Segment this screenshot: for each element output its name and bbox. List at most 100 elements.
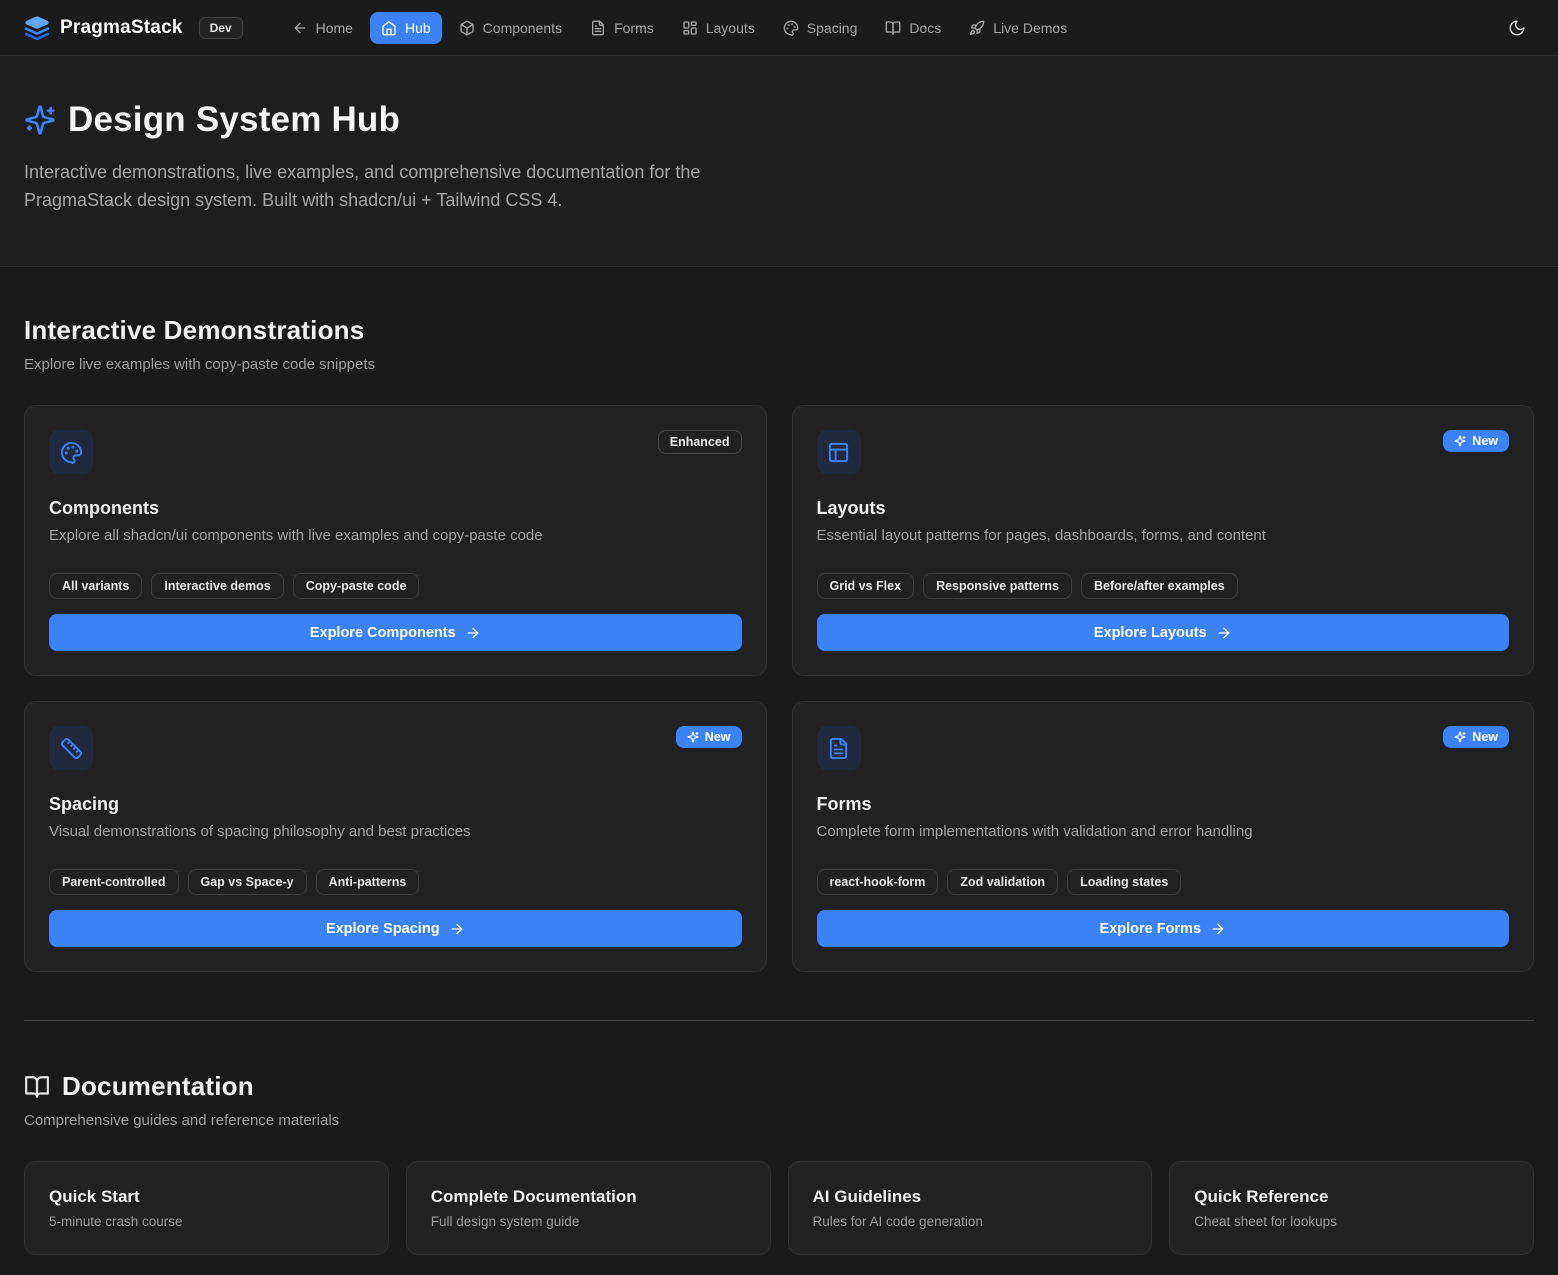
nav-label: Components: [483, 20, 562, 36]
demos-section-title: Interactive Demonstrations: [24, 315, 1534, 346]
nav-label: Hub: [405, 20, 431, 36]
nav-label: Docs: [909, 20, 941, 36]
tag: Responsive patterns: [923, 573, 1072, 599]
box-icon: [459, 20, 475, 36]
hero-section: Design System Hub Interactive demonstrat…: [0, 56, 1558, 267]
arrow-right-icon: [449, 921, 465, 937]
nav-item-components[interactable]: Components: [448, 12, 573, 44]
tag: Gap vs Space-y: [188, 869, 307, 895]
tag: Anti-patterns: [316, 869, 420, 895]
new-badge: New: [1443, 726, 1509, 748]
tag-row: All variants Interactive demos Copy-past…: [49, 573, 742, 599]
main-content: Interactive Demonstrations Explore live …: [0, 267, 1558, 1275]
tag: react-hook-form: [817, 869, 939, 895]
demo-card-components[interactable]: Enhanced Components Explore all shadcn/u…: [24, 405, 767, 676]
nav-item-docs[interactable]: Docs: [874, 12, 952, 44]
ruler-icon: [49, 726, 93, 770]
demo-card-layouts[interactable]: New Layouts Essential layout patterns fo…: [792, 405, 1535, 676]
badge-label: New: [1472, 434, 1498, 448]
demos-section-subtitle: Explore live examples with copy-paste co…: [24, 356, 1534, 373]
main-nav: Home Hub Components Forms Layouts: [281, 12, 1079, 44]
doc-card-title: AI Guidelines: [813, 1187, 1128, 1207]
nav-label: Home: [316, 20, 353, 36]
tag: Grid vs Flex: [817, 573, 915, 599]
brand[interactable]: PragmaStack Dev: [24, 15, 243, 41]
demo-card-forms[interactable]: New Forms Complete form implementations …: [792, 701, 1535, 972]
file-text-icon: [817, 726, 861, 770]
card-title: Spacing: [49, 794, 742, 815]
demo-card-grid: Enhanced Components Explore all shadcn/u…: [24, 405, 1534, 972]
card-description: Essential layout patterns for pages, das…: [817, 527, 1510, 544]
nav-label: Forms: [614, 20, 654, 36]
nav-item-home[interactable]: Home: [281, 12, 364, 44]
button-label: Explore Layouts: [1094, 625, 1207, 641]
book-open-icon: [885, 20, 901, 36]
explore-forms-button[interactable]: Explore Forms: [817, 910, 1510, 947]
tag: Parent-controlled: [49, 869, 179, 895]
card-description: Explore all shadcn/ui components with li…: [49, 527, 742, 544]
badge-label: New: [705, 730, 731, 744]
new-badge: New: [676, 726, 742, 748]
dev-badge: Dev: [199, 17, 243, 39]
sparkles-icon: [1454, 435, 1466, 447]
tag: Copy-paste code: [293, 573, 420, 599]
page-title: Design System Hub: [68, 100, 400, 140]
doc-card-title: Quick Start: [49, 1187, 364, 1207]
card-title: Layouts: [817, 498, 1510, 519]
moon-icon: [1508, 19, 1526, 37]
badge-label: New: [1472, 730, 1498, 744]
palette-icon: [783, 20, 799, 36]
tag-row: react-hook-form Zod validation Loading s…: [817, 869, 1510, 895]
documentation-section: Documentation Comprehensive guides and r…: [24, 1071, 1534, 1255]
sparkles-icon: [24, 104, 56, 136]
brand-name: PragmaStack: [60, 17, 183, 39]
tag-row: Parent-controlled Gap vs Space-y Anti-pa…: [49, 869, 742, 895]
sparkles-icon: [1454, 731, 1466, 743]
doc-card-complete-documentation[interactable]: Complete Documentation Full design syste…: [406, 1161, 771, 1255]
nav-item-live-demos[interactable]: Live Demos: [958, 12, 1078, 44]
card-description: Complete form implementations with valid…: [817, 823, 1510, 840]
doc-card-ai-guidelines[interactable]: AI Guidelines Rules for AI code generati…: [788, 1161, 1153, 1255]
doc-card-quick-start[interactable]: Quick Start 5-minute crash course: [24, 1161, 389, 1255]
arrow-right-icon: [465, 625, 481, 641]
explore-spacing-button[interactable]: Explore Spacing: [49, 910, 742, 947]
explore-components-button[interactable]: Explore Components: [49, 614, 742, 651]
arrow-right-icon: [1210, 921, 1226, 937]
layers-logo-icon: [24, 15, 50, 41]
page-subtitle: Interactive demonstrations, live example…: [24, 158, 759, 214]
nav-item-hub[interactable]: Hub: [370, 12, 442, 44]
card-title: Forms: [817, 794, 1510, 815]
section-divider: [24, 1020, 1534, 1021]
nav-item-layouts[interactable]: Layouts: [671, 12, 766, 44]
demo-card-spacing[interactable]: New Spacing Visual demonstrations of spa…: [24, 701, 767, 972]
card-title: Components: [49, 498, 742, 519]
doc-card-subtitle: Cheat sheet for lookups: [1194, 1214, 1509, 1229]
tag: All variants: [49, 573, 142, 599]
palette-icon: [49, 430, 93, 474]
nav-label: Spacing: [807, 20, 858, 36]
layout-dashboard-icon: [682, 20, 698, 36]
book-open-icon: [24, 1074, 50, 1100]
nav-label: Live Demos: [993, 20, 1067, 36]
theme-toggle-button[interactable]: [1500, 11, 1534, 45]
button-label: Explore Forms: [1099, 921, 1201, 937]
nav-label: Layouts: [706, 20, 755, 36]
arrow-right-icon: [1216, 625, 1232, 641]
tag: Zod validation: [947, 869, 1058, 895]
tag: Before/after examples: [1081, 573, 1238, 599]
file-text-icon: [590, 20, 606, 36]
documentation-section-subtitle: Comprehensive guides and reference mater…: [24, 1112, 1534, 1129]
home-icon: [381, 20, 397, 36]
sparkles-icon: [687, 731, 699, 743]
new-badge: New: [1443, 430, 1509, 452]
doc-card-quick-reference[interactable]: Quick Reference Cheat sheet for lookups: [1169, 1161, 1534, 1255]
tag-row: Grid vs Flex Responsive patterns Before/…: [817, 573, 1510, 599]
status-badge: Enhanced: [658, 430, 742, 454]
tag: Interactive demos: [151, 573, 283, 599]
arrow-left-icon: [292, 20, 308, 36]
doc-card-subtitle: 5-minute crash course: [49, 1214, 364, 1229]
card-description: Visual demonstrations of spacing philoso…: [49, 823, 742, 840]
nav-item-spacing[interactable]: Spacing: [772, 12, 869, 44]
nav-item-forms[interactable]: Forms: [579, 12, 665, 44]
explore-layouts-button[interactable]: Explore Layouts: [817, 614, 1510, 651]
